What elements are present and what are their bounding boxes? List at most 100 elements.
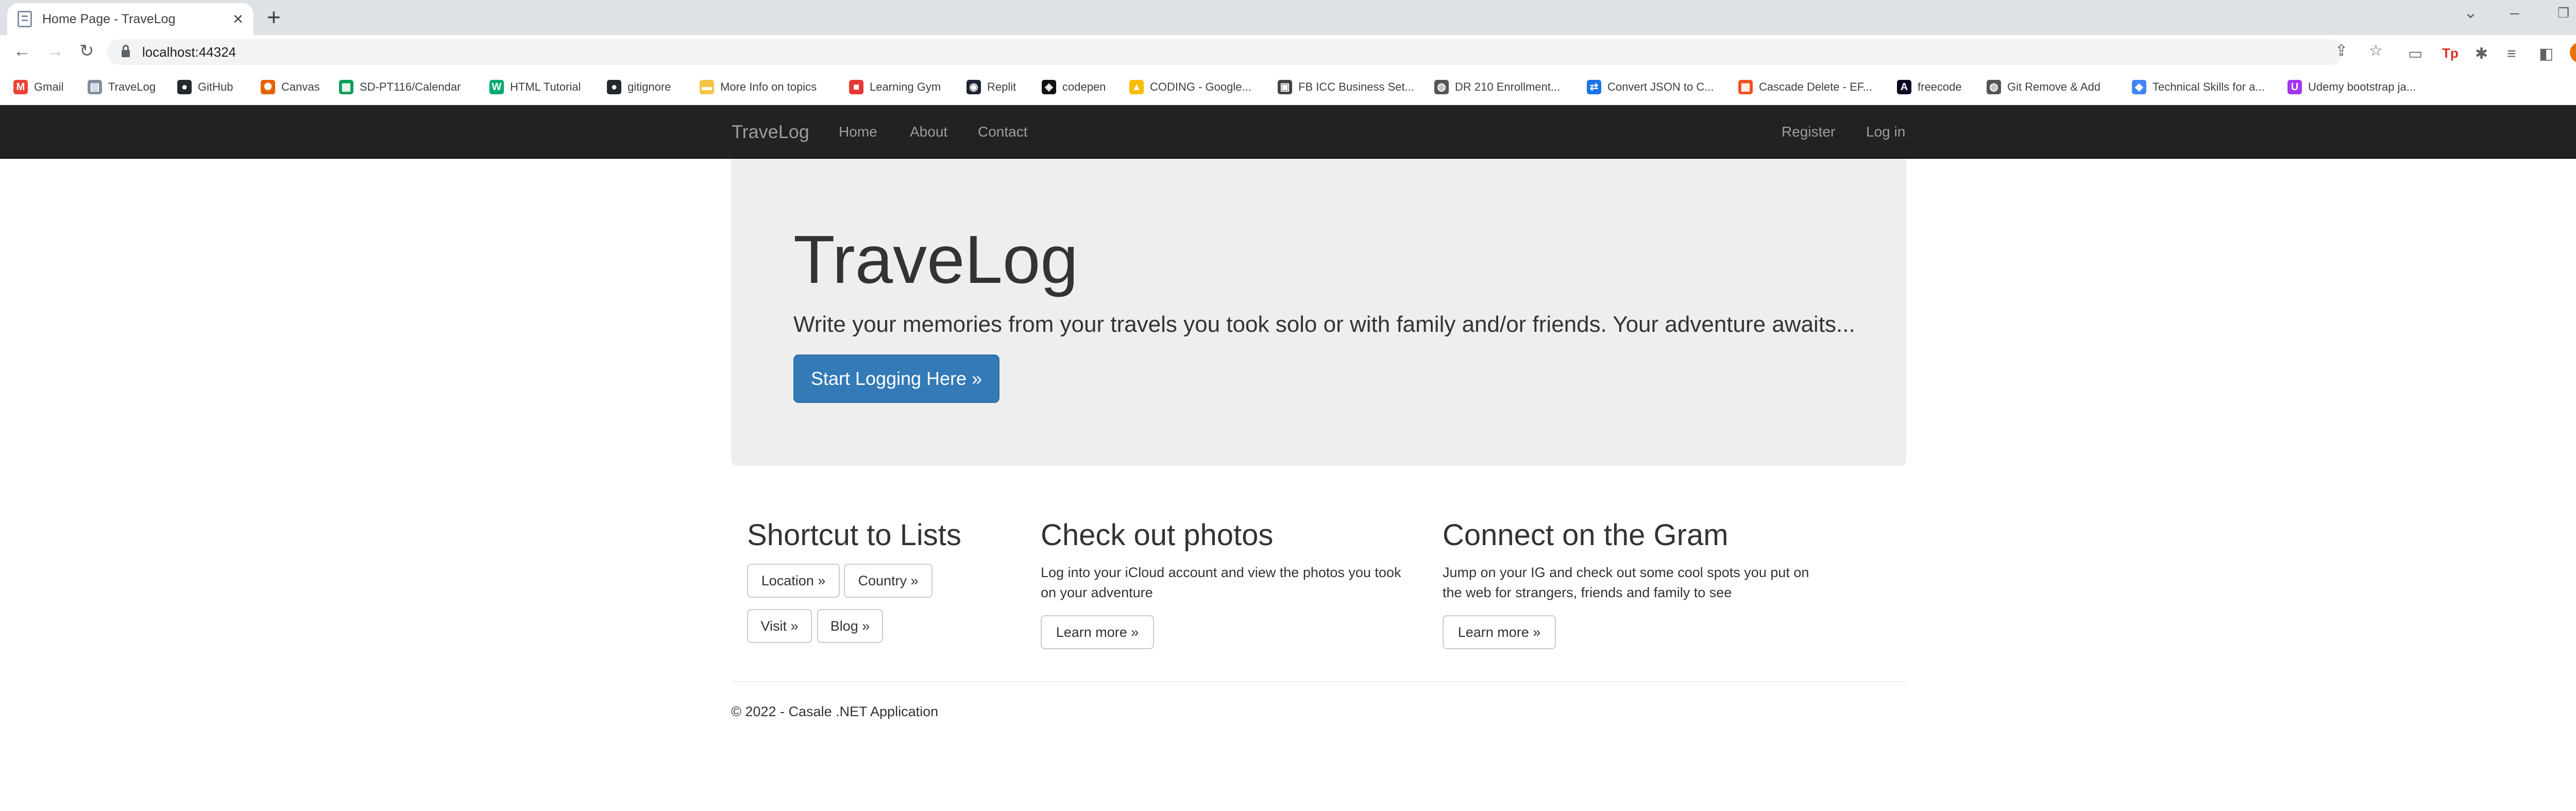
bookmark-icon: ◆ (2132, 80, 2146, 94)
extension-tp-icon[interactable]: Tp (2442, 46, 2459, 60)
bookmark-label: Udemy bootstrap ja... (2308, 80, 2416, 93)
bookmark-label: SD-PT116/Calendar (360, 80, 461, 93)
github-icon: ● (607, 80, 621, 94)
bookmark-label: codepen (1062, 80, 1106, 93)
bookmark-item[interactable]: ▦ SD-PT116/Calendar (339, 69, 461, 105)
back-icon[interactable]: ← (13, 42, 31, 60)
bookmark-item[interactable]: ▦ Cascade Delete - EF... (1738, 69, 1872, 105)
page-icon: ▤ (88, 80, 102, 94)
cast-icon[interactable]: ▭ (2408, 46, 2422, 62)
bookmark-item[interactable]: ◍ DR 210 Enrollment... (1434, 69, 1560, 105)
bookmark-item[interactable]: ■ Learning Gym (849, 69, 941, 105)
bookmark-label: More Info on topics (720, 80, 817, 93)
footer-divider (731, 681, 1906, 682)
bookmark-item[interactable]: ● gitignore (607, 69, 671, 105)
bookmark-item[interactable]: ▣ FB ICC Business Set... (1278, 69, 1414, 105)
location-button[interactable]: Location » (747, 564, 840, 598)
bookmark-label: Cascade Delete - EF... (1759, 80, 1873, 93)
address-bar[interactable]: localhost:44324 ⇪ ☆ (107, 39, 2383, 65)
bookmarks-bar: M Gmail ▤ TraveLog ● GitHub ✺ Canvas ▦ SD-PT116/C… (0, 69, 2576, 105)
bookmark-label: Gmail (34, 80, 64, 93)
globe-icon: ◍ (1987, 80, 2001, 94)
bookmark-item[interactable]: ● GitHub (177, 69, 233, 105)
bookmark-label: Technical Skills for a... (2153, 80, 2265, 93)
bookmark-label: Replit (987, 80, 1016, 93)
bookmark-label: HTML Tutorial (510, 80, 581, 93)
bookmark-label: CODING - Google... (1150, 80, 1251, 93)
forward-icon[interactable]: → (46, 42, 64, 60)
visit-button[interactable]: Visit » (747, 609, 812, 643)
bookmark-label: Convert JSON to C... (1607, 80, 1714, 93)
bookmark-item[interactable]: ◉ Replit (967, 69, 1016, 105)
bookmark-item[interactable]: ✺ Canvas (261, 69, 320, 105)
bookmark-item[interactable]: ▬ More Info on topics (700, 69, 817, 105)
browser-toolbar: ← → ↻ localhost:44324 ⇪ ☆ (0, 35, 2576, 69)
connect-gram-text: Jump on your IG and check out some cool … (1443, 565, 1809, 600)
gym-icon: ■ (849, 80, 863, 94)
close-icon[interactable]: × (233, 10, 243, 28)
bookmark-item[interactable]: ▤ TraveLog (88, 69, 156, 105)
bookmark-label: FB ICC Business Set... (1298, 80, 1414, 93)
jumbotron: TraveLog Write your memories from your t… (731, 159, 1906, 466)
nav-link-register[interactable]: Register (1782, 105, 1835, 159)
bookmark-label: TraveLog (108, 80, 156, 93)
photos-learn-more-button[interactable]: Learn more » (1041, 615, 1154, 649)
drive-icon: ▲ (1129, 80, 1144, 94)
browser-window: Home Page - TraveLog × + ⌄ – ❐ ✕ ← → ↻ l… (0, 0, 2576, 811)
reading-list-icon[interactable]: ≡ (2507, 46, 2516, 62)
convert-icon: ⇄ (1587, 80, 1601, 94)
bookmark-item[interactable]: M Gmail (13, 69, 63, 105)
w3schools-icon: W (489, 80, 504, 94)
gmail-icon: M (13, 80, 28, 94)
blog-button[interactable]: Blog » (817, 609, 883, 643)
country-button[interactable]: Country » (844, 564, 933, 598)
start-logging-button[interactable]: Start Logging Here » (793, 354, 999, 403)
freecodecamp-icon: A (1897, 80, 1911, 94)
tab-search-icon[interactable]: ⌄ (2464, 4, 2478, 21)
nav-link-contact[interactable]: Contact (978, 105, 1028, 159)
bookmark-item[interactable]: U Udemy bootstrap ja... (2287, 69, 2416, 105)
share-icon[interactable]: ⇪ (2335, 43, 2348, 59)
github-icon: ● (177, 80, 192, 94)
bookmark-item[interactable]: ▲ CODING - Google... (1129, 69, 1251, 105)
bookmark-item[interactable]: ◈ codepen (1042, 69, 1106, 105)
note-icon: ▬ (700, 80, 714, 94)
nav-link-about[interactable]: About (910, 105, 947, 159)
bookmark-item[interactable]: ⇄ Convert JSON to C... (1587, 69, 1714, 105)
minimize-icon[interactable]: – (2510, 4, 2519, 21)
restore-icon[interactable]: ❐ (2557, 6, 2569, 20)
browser-tab[interactable]: Home Page - TraveLog × (7, 3, 253, 35)
bookmark-label: DR 210 Enrollment... (1455, 80, 1561, 93)
jumbotron-lead: Write your memories from your travels yo… (793, 312, 1855, 337)
page-icon (18, 11, 32, 27)
nav-link-home[interactable]: Home (839, 105, 877, 159)
globe-icon: ◍ (1434, 80, 1449, 94)
bookmark-label: Canvas (281, 80, 320, 93)
navbar-brand[interactable]: TraveLog (732, 105, 809, 159)
bookmark-label: freecode (1918, 80, 1962, 93)
connect-gram-title: Connect on the Gram (1443, 518, 1728, 552)
bookmark-star-icon[interactable]: ☆ (2369, 43, 2383, 59)
tab-title: Home Page - TraveLog (42, 11, 176, 26)
bookmark-item[interactable]: W HTML Tutorial (489, 69, 581, 105)
nav-link-login[interactable]: Log in (1866, 105, 1905, 159)
reload-icon[interactable]: ↻ (79, 42, 94, 60)
bookmark-item[interactable]: Afreecode (1897, 69, 1962, 105)
microsoft-icon: ▦ (1738, 80, 1753, 94)
side-panel-icon[interactable]: ◧ (2539, 46, 2553, 62)
new-tab-icon[interactable]: + (267, 5, 281, 29)
tab-strip: Home Page - TraveLog × + ⌄ – ❐ ✕ (0, 0, 2576, 35)
bookmark-label: gitignore (628, 80, 671, 93)
bookmark-label: Git Remove & Add (2007, 80, 2100, 93)
jumbotron-title: TraveLog (793, 222, 1078, 297)
bookmark-item[interactable]: ◆ Technical Skills for a... (2132, 69, 2265, 105)
bookmark-item[interactable]: ◍ Git Remove & Add (1987, 69, 2100, 105)
udemy-icon: U (2287, 80, 2302, 94)
url-text: localhost:44324 (142, 44, 236, 60)
check-photos-title: Check out photos (1041, 518, 1274, 552)
extensions-puzzle-icon[interactable]: ✱ (2475, 46, 2488, 62)
gram-learn-more-button[interactable]: Learn more » (1443, 615, 1556, 649)
site-navbar: TraveLog Home About Contact Register Log… (0, 105, 2576, 159)
replit-icon: ◉ (967, 80, 981, 94)
footer-text: © 2022 - Casale .NET Application (731, 704, 939, 719)
